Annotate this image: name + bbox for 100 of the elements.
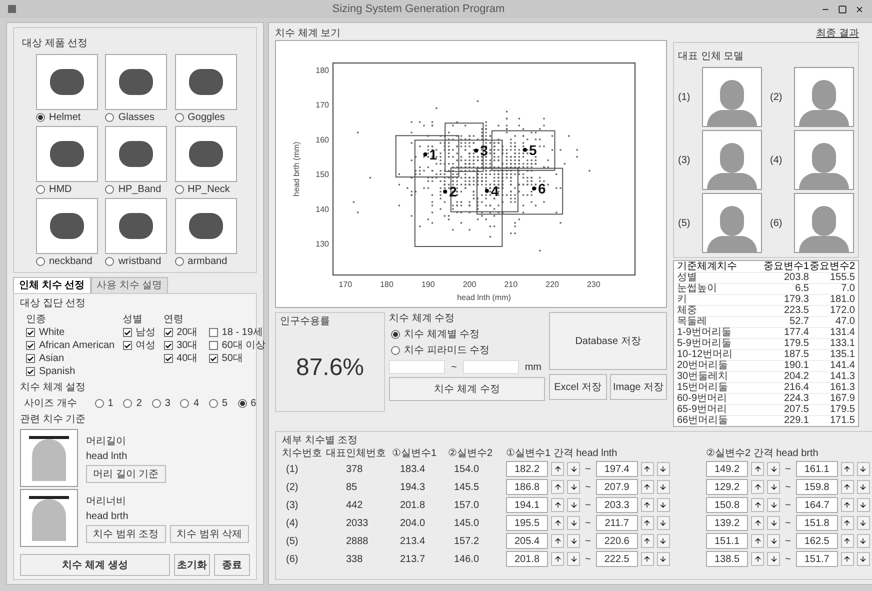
model-label: (1) <box>678 90 692 104</box>
radio-label: HP_Band <box>118 183 162 196</box>
table-cell-text: 30번둘레치 <box>677 372 730 382</box>
tick-label: 180 <box>316 66 329 75</box>
tick-label: 210 <box>504 280 518 289</box>
table-cell-text: 155.5 <box>828 273 855 283</box>
column-header: 중요변수2 <box>809 261 855 272</box>
group-title: 치수 체계 수정 <box>389 312 456 325</box>
range-separator: ~ <box>584 516 592 530</box>
table-cell-text: 7.0 <box>840 284 855 294</box>
table-cell-text: 체중 <box>677 306 698 316</box>
model-label: (3) <box>678 154 692 166</box>
table-cell-text: (4) <box>285 516 300 530</box>
point-label: 4 <box>490 182 499 199</box>
tick-label: 160 <box>316 135 329 144</box>
table-cell-text: 145.0 <box>453 516 480 530</box>
group-title: 인종 <box>26 313 47 326</box>
group-title: 치수 체계 설정 <box>20 381 87 394</box>
table-cell-text: 179.5 <box>782 339 809 349</box>
table-cell-text: 213.7 <box>399 552 426 566</box>
radio-label: 6 <box>250 397 256 410</box>
table-cell-text: 213.4 <box>399 534 426 548</box>
table-cell-text: 47.0 <box>834 317 855 327</box>
radio-label: armband <box>188 255 228 268</box>
table-cell-text: 154.0 <box>453 462 480 476</box>
table-cell-text: 179.5 <box>828 405 855 415</box>
radio-label: 4 <box>193 397 200 410</box>
range-separator: ~ <box>784 462 792 476</box>
radio-label: 치수 체계별 수정 <box>404 328 480 341</box>
range-separator: ~ <box>784 480 792 494</box>
group-title: 대상 집단 선정 <box>20 297 87 310</box>
range-separator: ~ <box>584 462 592 476</box>
range-separator: ~ <box>784 498 792 512</box>
table-cell-text: 171.5 <box>828 416 855 426</box>
table-cell-text: 목둘레 <box>677 317 708 327</box>
table-cell-text: 201.8 <box>399 498 426 512</box>
tick-label: 130 <box>316 240 329 249</box>
table-cell-text: 10-12번머리 <box>677 350 734 360</box>
tick-label: 190 <box>421 280 435 289</box>
table-cell-text: 성별 <box>677 273 698 283</box>
tick-label: 230 <box>586 280 600 289</box>
range-separator: ~ <box>784 534 792 548</box>
table-cell-text: 60-9번머리 <box>677 394 728 404</box>
table-cell-text: 442 <box>345 498 364 512</box>
tick-label: 140 <box>316 204 329 214</box>
point-label: 5 <box>528 142 537 158</box>
radio-label: 3 <box>164 397 170 410</box>
unit-label: mm <box>524 360 542 374</box>
table-cell-text: 15번머리둘 <box>677 383 730 393</box>
window-title: Sizing System Generation Program <box>331 2 506 17</box>
axis-label: head brth (mm) <box>292 142 301 196</box>
table-cell-text: 194.3 <box>399 480 426 494</box>
table-cell-text: 172.0 <box>828 306 855 316</box>
table-cell-text: 145.5 <box>453 480 480 494</box>
radio-label: 2 <box>136 397 142 410</box>
tick-label: 170 <box>316 100 329 110</box>
checkbox-label: 18 - 19세 <box>222 326 263 339</box>
table-cell-text: 203.8 <box>782 273 809 283</box>
tick-label: 170 <box>338 280 352 289</box>
radio-label: HP_Neck <box>188 183 230 196</box>
table-cell-text: (5) <box>285 534 300 548</box>
model-label: (2) <box>770 90 784 104</box>
checkbox-label: 남성 <box>136 326 156 339</box>
column-header: ②실변수2 <box>448 447 494 460</box>
column-header: ②실변수2 간격 head brth <box>706 447 820 460</box>
group-title: 치수 체계 보기 <box>275 27 342 40</box>
checkbox-label: 50대 <box>222 352 243 365</box>
tick-label: 220 <box>546 280 559 289</box>
column-header: 치수번호 <box>282 447 323 460</box>
accommodation-value: 87.6% <box>294 353 366 383</box>
group-title: 인구수용률 <box>280 315 331 328</box>
column-header: ①실변수1 <box>392 447 438 460</box>
table-cell-text: 167.9 <box>828 394 855 404</box>
table-cell-text: 181.0 <box>828 295 855 305</box>
checkbox-label: Spanish <box>39 365 76 378</box>
point-label: 1 <box>429 146 438 162</box>
table-cell-text: 177.4 <box>782 328 809 338</box>
column-header: 기준체계치수 <box>677 261 738 272</box>
range-separator: ~ <box>584 552 592 566</box>
column-header: ①실변수1 간격 head lnth <box>506 447 618 460</box>
point-label: 6 <box>538 180 546 196</box>
table-cell-text: 187.5 <box>782 350 809 360</box>
checkbox-label: African American <box>39 339 115 352</box>
table-cell-text: 5-9번머리둘 <box>677 339 732 349</box>
table-cell-text: 2888 <box>345 534 370 548</box>
tick-label: 150 <box>316 170 329 180</box>
table-cell-text: 141.3 <box>828 372 855 382</box>
table-cell-text: 157.2 <box>453 534 480 548</box>
table-cell-text: 229.1 <box>782 416 809 426</box>
table-cell-text: 157.0 <box>453 498 480 512</box>
table-cell-text: 378 <box>345 462 364 476</box>
table-cell-text: (1) <box>285 462 300 476</box>
table-cell-text: 131.4 <box>828 328 855 338</box>
radio-label: 치수 피라미드 수정 <box>404 344 490 357</box>
table-cell-text: 216.4 <box>782 383 809 393</box>
table-cell-text: 135.1 <box>828 350 855 360</box>
table-cell-text: 52.7 <box>788 317 809 327</box>
table-cell-text: 161.3 <box>828 383 855 393</box>
group-title: 연령 <box>164 313 185 326</box>
radio-label: Goggles <box>188 111 225 124</box>
